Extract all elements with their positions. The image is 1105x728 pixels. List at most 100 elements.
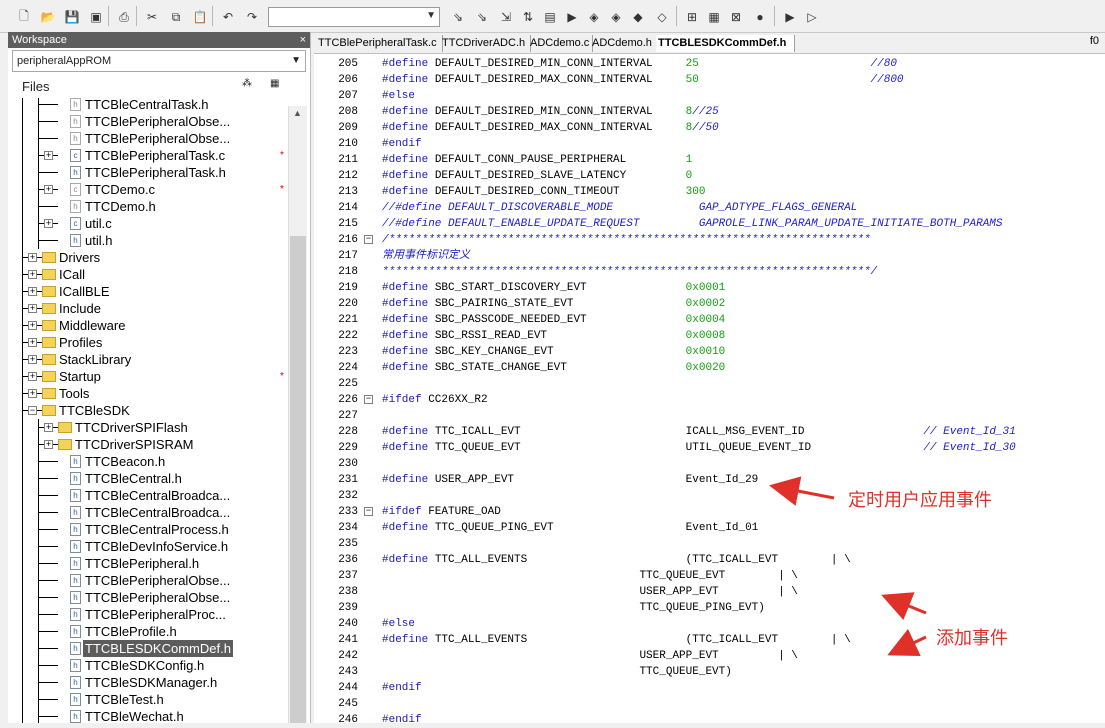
tab-adcdemo-c[interactable]: ADCdemo.c [528,35,593,52]
tree-folder[interactable]: + TTCDriverSPIFlash [12,419,286,436]
tree-folder[interactable]: + Middleware [12,317,286,334]
tree-file[interactable]: h TTCBleSDKManager.h [12,674,286,691]
tree-file[interactable]: h TTCBlePeripheral.h [12,555,286,572]
sort-icon[interactable]: ⁂ [242,78,252,89]
open-folder-icon[interactable]: 📂 [38,7,58,27]
expand-toggle-icon[interactable]: + [28,321,37,330]
tree-item-label: TTCBleSDKManager.h [85,675,218,690]
expand-toggle-icon[interactable]: + [28,338,37,347]
paste-icon[interactable]: 📋 [190,7,210,27]
scrollbar-thumb[interactable] [290,236,306,723]
expand-toggle-icon[interactable]: − [28,406,37,415]
tree-file[interactable]: h TTCBlePeripheralTask.h [12,164,286,181]
tree-folder[interactable]: + Tools [12,385,286,402]
main-toolbar: 🗋 📂 💾 ▣ ⎙ ✂ ⧉ 📋 ↶ ↷ ▼ ⇘ ⇘ ⇲ ⇅ ▤ ▶ ◈ ◈ ◆ … [0,0,1105,33]
expand-toggle-icon[interactable]: + [28,355,37,364]
bookmark-icon[interactable]: ▶ [562,7,582,27]
tree-file[interactable]: h TTCBeacon.h [12,453,286,470]
tab-ttcdriveradc-h[interactable]: TTCDriverADC.h [440,35,531,52]
expand-toggle-icon[interactable]: + [28,253,37,262]
find-in-files-icon[interactable]: ⇲ [496,7,516,27]
tree-file[interactable]: h TTCBleCentralBroadca... [12,487,286,504]
find-next-icon[interactable]: ⇘ [472,7,492,27]
tree-folder[interactable]: + StackLibrary [12,351,286,368]
find-icon[interactable]: ⇘ [448,7,468,27]
expand-toggle-icon[interactable]: + [44,185,53,194]
build-status-icon[interactable]: ▦ [270,78,279,89]
chevron-down-icon[interactable]: ▼ [291,51,301,71]
print-icon[interactable]: ⎙ [114,7,134,27]
download-debug-icon[interactable]: ▶ [780,7,800,27]
scroll-up-icon[interactable]: ▲ [293,108,302,118]
expand-toggle-icon[interactable]: + [28,270,37,279]
tree-file[interactable]: h TTCBleCentralBroadca... [12,504,286,521]
redo-icon[interactable]: ↷ [242,7,262,27]
debug-without-download-icon[interactable]: ▷ [802,7,822,27]
stop-build-icon[interactable]: ⊠ [726,7,746,27]
tab-adcdemo-h[interactable]: ADCdemo.h [590,35,659,52]
make-icon[interactable]: ▦ [704,7,724,27]
tree-file[interactable]: h TTCBleDevInfoService.h [12,538,286,555]
tree-folder[interactable]: + Profiles [12,334,286,351]
chevron-down-icon[interactable]: ▼ [426,10,436,21]
compile-icon[interactable]: ⊞ [682,7,702,27]
goto-icon[interactable]: ▤ [540,7,560,27]
tree-file[interactable]: h TTCBlePeripheralObse... [12,113,286,130]
tree-file[interactable]: h TTCBleCentralTask.h [12,98,286,113]
project-select[interactable]: peripheralAppROM ▼ [12,50,306,72]
tree-item-label: TTCBleCentralProcess.h [85,522,229,537]
function-list-label[interactable]: f0 [1090,35,1099,47]
next-bookmark-icon[interactable]: ◈ [606,7,626,27]
expand-toggle-icon[interactable]: + [44,219,53,228]
code-editor[interactable]: 246 #endif 245 244 #endif 243 TTC_QUEUE_EVT) 2… [314,54,1105,726]
expand-toggle-icon[interactable]: + [28,287,37,296]
tree-file[interactable]: h TTCBleCentralProcess.h [12,521,286,538]
tree-item-label: TTCBLESDKCommDef.h [83,640,233,657]
tree-folder[interactable]: + Startup * [12,368,286,385]
tree-file[interactable]: h TTCBlePeripheralObse... [12,572,286,589]
expand-toggle-icon[interactable]: + [44,423,53,432]
file-icon: h [70,693,81,706]
tree-folder[interactable]: + ICall [12,266,286,283]
expand-toggle-icon[interactable]: + [44,151,53,160]
nav-forward-icon[interactable]: ◇ [652,7,672,27]
close-icon[interactable]: × [300,32,306,48]
tab-ttcblesdkcommdef-h[interactable]: TTCBLESDKCommDef.h [656,35,795,52]
expand-toggle-icon[interactable]: + [28,389,37,398]
expand-toggle-icon[interactable]: + [44,440,53,449]
tree-folder[interactable]: + ICallBLE [12,283,286,300]
tree-file[interactable]: + c TTCDemo.c * [12,181,286,198]
copy-icon[interactable]: ⧉ [166,7,186,27]
tree-file[interactable]: h util.h [12,232,286,249]
tree-folder[interactable]: − TTCBleSDK [12,402,286,419]
tree-folder[interactable]: + Include [12,300,286,317]
new-file-icon[interactable]: 🗋 [14,7,34,27]
tab-ttcbleperipheraltask-c[interactable]: TTCBlePeripheralTask.c [316,35,443,52]
undo-icon[interactable]: ↶ [218,7,238,27]
tree-file[interactable]: h TTCBleTest.h [12,691,286,708]
tree-file[interactable]: h TTCBleProfile.h [12,623,286,640]
save-all-icon[interactable]: ▣ [86,7,106,27]
tree-file[interactable]: h TTCBleWechat.h [12,708,286,723]
tree-folder[interactable]: + Drivers [12,249,286,266]
tree-file[interactable]: h TTCBlePeripheralProc... [12,606,286,623]
tree-file[interactable]: h TTCBlePeripheralObse... [12,589,286,606]
tree-file[interactable]: + c util.c [12,215,286,232]
tree-file[interactable]: h TTCBleCentral.h [12,470,286,487]
tree-file[interactable]: + c TTCBlePeripheralTask.c * [12,147,286,164]
tree-file[interactable]: h TTCDemo.h [12,198,286,215]
tree-file[interactable]: h TTCBLESDKCommDef.h [12,640,286,657]
save-icon[interactable]: 💾 [62,7,82,27]
nav-back-icon[interactable]: ◆ [628,7,648,27]
replace-icon[interactable]: ⇅ [518,7,538,27]
tree-scrollbar[interactable]: ▲ [288,106,307,723]
breakpoint-icon[interactable]: ● [750,7,770,27]
tree-file[interactable]: h TTCBleSDKConfig.h [12,657,286,674]
cut-icon[interactable]: ✂ [142,7,162,27]
find-combo[interactable]: ▼ [268,7,440,27]
expand-toggle-icon[interactable]: + [28,304,37,313]
tree-folder[interactable]: + TTCDriverSPISRAM [12,436,286,453]
prev-bookmark-icon[interactable]: ◈ [584,7,604,27]
expand-toggle-icon[interactable]: + [28,372,37,381]
tree-file[interactable]: h TTCBlePeripheralObse... [12,130,286,147]
